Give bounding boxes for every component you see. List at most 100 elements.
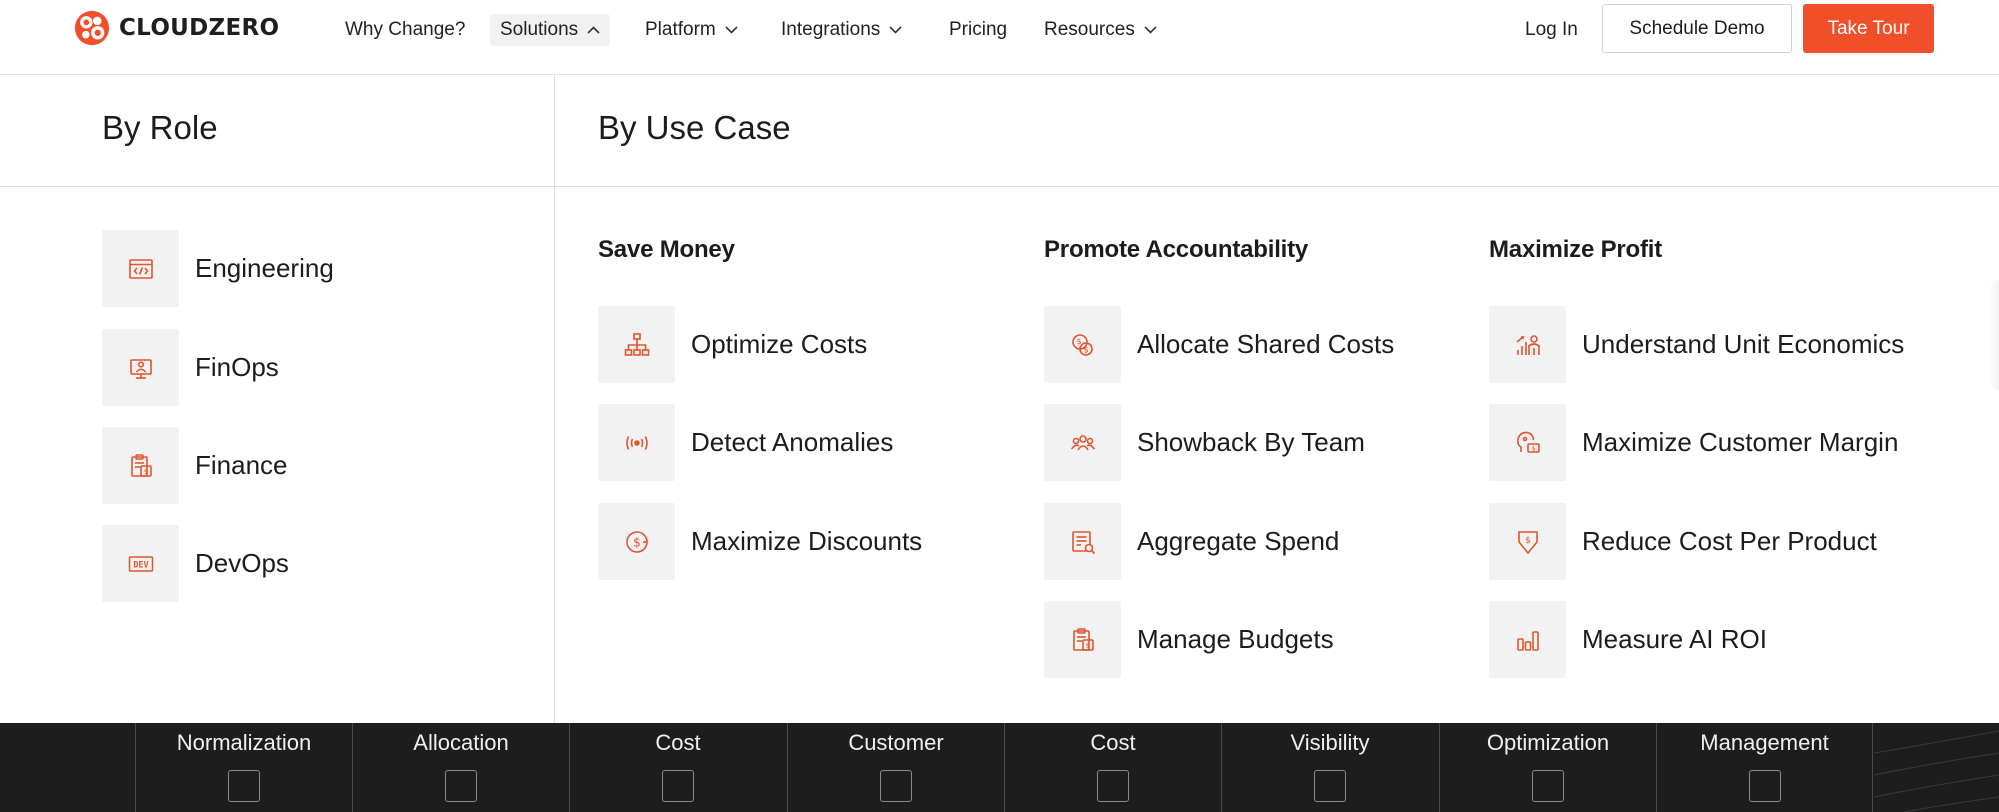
strip-checkbox[interactable] bbox=[1097, 770, 1129, 802]
role-devops-label: DevOps bbox=[195, 548, 289, 578]
header-divider bbox=[0, 186, 1999, 187]
edge-shadow bbox=[1989, 280, 1999, 390]
usecase-maximize-discounts[interactable]: $ Maximize Discounts bbox=[598, 503, 922, 580]
usecase-aggregate-spend[interactable]: Aggregate Spend bbox=[1044, 503, 1339, 580]
brand-logo[interactable]: CLOUDZERO bbox=[73, 9, 279, 47]
monitor-person-icon bbox=[102, 329, 179, 406]
strip-label: Customer bbox=[848, 730, 944, 755]
strip-checkbox[interactable] bbox=[445, 770, 477, 802]
chevron-down-icon bbox=[889, 26, 902, 34]
usecase-maximize-customer-margin[interactable]: $ Maximize Customer Margin bbox=[1489, 404, 1898, 481]
by-use-case-title: By Use Case bbox=[598, 109, 791, 146]
strip-checkbox[interactable] bbox=[1749, 770, 1781, 802]
login-link[interactable]: Log In bbox=[1515, 12, 1588, 48]
strip-label: Cost bbox=[1090, 730, 1136, 755]
price-down-icon: $ bbox=[1489, 503, 1566, 580]
nav-pricing[interactable]: Pricing bbox=[939, 14, 1017, 46]
strip-checkbox[interactable] bbox=[228, 770, 260, 802]
usecase-allocate-shared-costs[interactable]: $ $ Allocate Shared Costs bbox=[1044, 306, 1394, 383]
role-devops[interactable]: DEV DevOps bbox=[102, 525, 289, 602]
role-engineering-label: Engineering bbox=[195, 253, 334, 283]
nav-solutions-label: Solutions bbox=[500, 19, 579, 40]
dev-badge-icon: DEV bbox=[102, 525, 179, 602]
strip-label: Management bbox=[1700, 730, 1829, 755]
strip-label: Normalization bbox=[176, 730, 312, 755]
role-finops[interactable]: FinOps bbox=[102, 329, 279, 406]
top-navigation: CLOUDZERO Why Change? Solutions Platform… bbox=[0, 0, 1999, 75]
strip-column-cost-2: Cost bbox=[1004, 723, 1221, 812]
brand-name: CLOUDZERO bbox=[119, 15, 280, 41]
strip-checkbox[interactable] bbox=[1314, 770, 1346, 802]
nav-pricing-label: Pricing bbox=[949, 19, 1008, 40]
nav-platform-label: Platform bbox=[645, 19, 716, 40]
schedule-demo-button[interactable]: Schedule Demo bbox=[1602, 4, 1792, 53]
take-tour-button[interactable]: Take Tour bbox=[1803, 4, 1934, 53]
unit-economics-icon bbox=[1489, 306, 1566, 383]
strip-checkbox[interactable] bbox=[1532, 770, 1564, 802]
nav-platform[interactable]: Platform bbox=[635, 14, 748, 46]
reduce-cost-per-product-label: Reduce Cost Per Product bbox=[1582, 526, 1877, 556]
svg-text:$: $ bbox=[143, 468, 147, 476]
optimize-costs-label: Optimize Costs bbox=[691, 329, 868, 359]
svg-text:$: $ bbox=[1085, 642, 1089, 650]
promote-accountability-heading: Promote Accountability bbox=[1044, 236, 1309, 263]
bar-chart-icon bbox=[1489, 601, 1566, 678]
nav-why-change-label: Why Change? bbox=[345, 19, 466, 40]
svg-text:DEV: DEV bbox=[133, 560, 148, 570]
code-window-icon bbox=[102, 230, 179, 307]
clipboard-dollar-icon: $ bbox=[102, 427, 179, 504]
nav-resources[interactable]: Resources bbox=[1034, 14, 1167, 46]
chevron-up-icon bbox=[587, 26, 600, 34]
usecase-showback-by-team[interactable]: Showback By Team bbox=[1044, 404, 1365, 481]
strip-checkbox[interactable] bbox=[662, 770, 694, 802]
discount-coin-icon: $ bbox=[598, 503, 675, 580]
svg-text:$: $ bbox=[1531, 444, 1535, 452]
strip-label: Cost bbox=[655, 730, 701, 755]
showback-by-team-label: Showback By Team bbox=[1137, 427, 1365, 457]
understand-unit-economics-label: Understand Unit Economics bbox=[1582, 329, 1905, 359]
strip-checkbox[interactable] bbox=[880, 770, 912, 802]
measure-ai-roi-label: Measure AI ROI bbox=[1582, 624, 1767, 654]
maximize-customer-margin-label: Maximize Customer Margin bbox=[1582, 427, 1899, 457]
nav-solutions[interactable]: Solutions bbox=[490, 14, 611, 46]
maximize-discounts-label: Maximize Discounts bbox=[691, 526, 923, 556]
role-engineering[interactable]: Engineering bbox=[102, 230, 334, 307]
strip-label: Visibility bbox=[1290, 730, 1370, 755]
report-search-icon bbox=[1044, 503, 1121, 580]
signal-icon bbox=[598, 404, 675, 481]
strip-column-management: Management bbox=[1656, 723, 1873, 812]
team-icon bbox=[1044, 404, 1121, 481]
usecase-manage-budgets[interactable]: $ Manage Budgets bbox=[1044, 601, 1334, 678]
manage-budgets-label: Manage Budgets bbox=[1137, 624, 1334, 654]
aggregate-spend-label: Aggregate Spend bbox=[1137, 526, 1340, 556]
usecase-detect-anomalies[interactable]: Detect Anomalies bbox=[598, 404, 893, 481]
nav-why-change[interactable]: Why Change? bbox=[335, 14, 475, 46]
chevron-down-icon bbox=[1144, 26, 1157, 34]
svg-text:$: $ bbox=[1525, 536, 1531, 546]
strip-label: Optimization bbox=[1486, 730, 1610, 755]
strip-column-visibility: Visibility bbox=[1221, 723, 1438, 812]
chevron-down-icon bbox=[725, 26, 738, 34]
svg-text:$: $ bbox=[1076, 337, 1081, 346]
nav-integrations[interactable]: Integrations bbox=[771, 14, 912, 46]
hierarchy-icon bbox=[598, 306, 675, 383]
svg-text:$: $ bbox=[1083, 345, 1089, 355]
role-finance-label: Finance bbox=[195, 450, 288, 480]
allocate-shared-costs-label: Allocate Shared Costs bbox=[1137, 329, 1395, 359]
usecase-reduce-cost-per-product[interactable]: $ Reduce Cost Per Product bbox=[1489, 503, 1877, 580]
usecase-measure-ai-roi[interactable]: Measure AI ROI bbox=[1489, 601, 1767, 678]
strip-label: Allocation bbox=[413, 730, 509, 755]
by-role-title: By Role bbox=[102, 109, 218, 146]
decorative-lines bbox=[1874, 730, 1999, 812]
cloudzero-logo-icon bbox=[74, 10, 110, 46]
budget-clipboard-icon: $ bbox=[1044, 601, 1121, 678]
coins-split-icon: $ $ bbox=[1044, 306, 1121, 383]
customer-margin-icon: $ bbox=[1489, 404, 1566, 481]
role-finops-label: FinOps bbox=[195, 352, 279, 382]
usecase-optimize-costs[interactable]: Optimize Costs bbox=[598, 306, 867, 383]
role-finance[interactable]: $ Finance bbox=[102, 427, 288, 504]
column-divider bbox=[554, 75, 555, 723]
usecase-understand-unit-economics[interactable]: Understand Unit Economics bbox=[1489, 306, 1904, 383]
strip-column-cost: Cost bbox=[569, 723, 786, 812]
strip-column-allocation: Allocation bbox=[352, 723, 569, 812]
